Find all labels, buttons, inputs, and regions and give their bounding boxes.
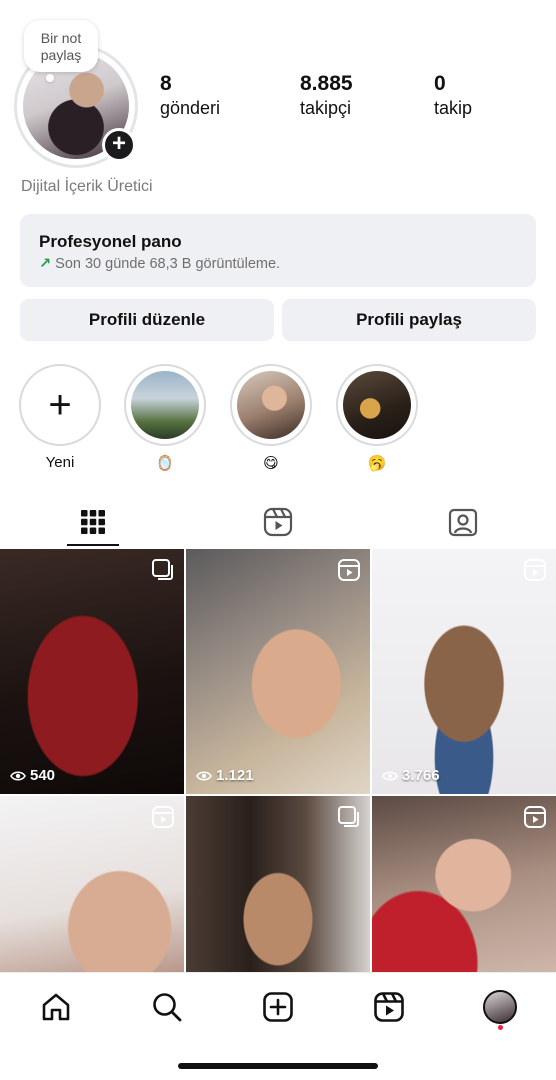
- plus-icon: +: [48, 383, 72, 427]
- grid-icon: [80, 510, 105, 534]
- carousel-icon: [152, 559, 173, 580]
- edit-profile-button[interactable]: Profili düzenle: [20, 299, 274, 341]
- profile-tabs: [0, 496, 556, 548]
- stat-following-label: takip: [434, 98, 473, 118]
- stat-posts-value: 8: [160, 72, 172, 95]
- eye-icon: [10, 770, 26, 781]
- trend-up-icon: ↗: [39, 256, 52, 272]
- grid-post[interactable]: [186, 796, 370, 972]
- reel-icon: [524, 559, 546, 581]
- stat-posts-label: gönderi: [160, 98, 221, 118]
- grid-post[interactable]: 1.121: [186, 549, 370, 794]
- note-text: Bir not paylaş: [40, 30, 82, 63]
- tab-grid[interactable]: [0, 496, 185, 548]
- nav-create[interactable]: [258, 987, 298, 1027]
- reel-icon: [524, 806, 546, 828]
- stat-following[interactable]: 0 takip: [434, 72, 472, 120]
- stat-followers-label: takipçi: [300, 98, 352, 118]
- post-views: 1.121: [196, 767, 254, 784]
- highlight-cover: [131, 371, 199, 439]
- share-profile-button[interactable]: Profili paylaş: [282, 299, 536, 341]
- add-story-icon[interactable]: +: [102, 128, 136, 162]
- professional-dashboard[interactable]: Profesyonel pano ↗ Son 30 günde 68,3 B gö…: [20, 214, 536, 287]
- nav-search[interactable]: [147, 987, 187, 1027]
- pro-panel-title: Profesyonel pano: [39, 232, 182, 251]
- profile-category: Dijital İçerik Üretici: [21, 178, 153, 195]
- stat-following-value: 0: [434, 72, 446, 95]
- reel-icon: [152, 806, 174, 828]
- grid-post[interactable]: 3.766: [372, 549, 556, 794]
- post-views: 3.766: [382, 767, 440, 784]
- eye-icon: [196, 770, 212, 781]
- stat-followers[interactable]: 8.885 takipçi: [300, 72, 353, 120]
- highlight-ring: [336, 364, 418, 446]
- highlight-item[interactable]: 🥱: [336, 364, 418, 472]
- pro-panel-subtitle-row: ↗ Son 30 günde 68,3 B görüntüleme.: [39, 256, 536, 272]
- highlight-label: 🪞: [155, 455, 175, 472]
- create-post-icon: [263, 992, 293, 1022]
- highlight-cover: [237, 371, 305, 439]
- stat-followers-value: 8.885: [300, 72, 353, 95]
- profile-avatar-small: [483, 990, 517, 1024]
- reels-icon: [263, 507, 292, 537]
- nav-profile[interactable]: [480, 987, 520, 1027]
- tab-reels[interactable]: [185, 496, 370, 548]
- highlight-ring: [124, 364, 206, 446]
- pro-panel-subtitle: Son 30 günde 68,3 B görüntüleme.: [55, 256, 281, 272]
- note-bubble[interactable]: Bir not paylaş: [24, 20, 98, 72]
- reel-icon: [338, 559, 360, 581]
- tagged-icon: [448, 508, 477, 537]
- stat-posts[interactable]: 8 gönderi: [160, 72, 220, 120]
- highlight-label: 🥱: [367, 455, 387, 472]
- home-indicator: [178, 1063, 378, 1069]
- post-views: 540: [10, 767, 55, 784]
- reels-icon: [374, 992, 404, 1022]
- home-icon: [42, 993, 70, 1021]
- notification-dot: [498, 1025, 503, 1030]
- highlight-label: Yeni: [45, 454, 75, 471]
- post-views-count: 540: [30, 767, 56, 784]
- highlight-cover: [343, 371, 411, 439]
- carousel-icon: [338, 806, 359, 827]
- nav-home[interactable]: [36, 987, 76, 1027]
- search-icon: [153, 993, 182, 1022]
- highlight-new[interactable]: + Yeni: [19, 364, 101, 471]
- post-views-count: 3.766: [402, 767, 440, 784]
- highlight-ring: [230, 364, 312, 446]
- highlight-item[interactable]: 😋: [230, 364, 312, 472]
- note-bubble-tail: [46, 74, 54, 82]
- nav-reels[interactable]: [369, 987, 409, 1027]
- post-views-count: 1.121: [216, 767, 254, 784]
- highlight-item[interactable]: 🪞: [124, 364, 206, 472]
- posts-grid: 540 1.121 3.766: [0, 549, 556, 972]
- highlight-new-ring: +: [19, 364, 101, 446]
- highlight-label: 😋: [263, 455, 279, 472]
- grid-post[interactable]: [0, 796, 184, 972]
- active-tab-indicator: [67, 544, 119, 546]
- grid-post[interactable]: [372, 796, 556, 972]
- tab-tagged[interactable]: [370, 496, 555, 548]
- eye-icon: [382, 770, 398, 781]
- grid-post[interactable]: 540: [0, 549, 184, 794]
